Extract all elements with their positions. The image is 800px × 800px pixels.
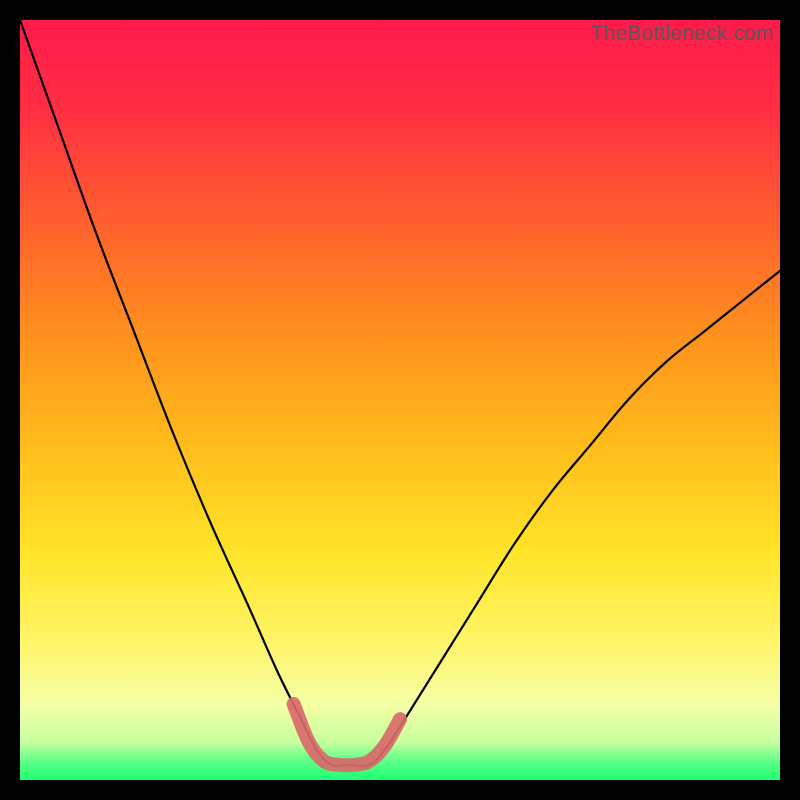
chart-frame: TheBottleneck.com [20,20,780,780]
optimal-highlight [294,704,400,765]
chart-plot [20,20,780,780]
watermark-text: TheBottleneck.com [591,22,774,46]
bottleneck-curve [20,20,780,766]
